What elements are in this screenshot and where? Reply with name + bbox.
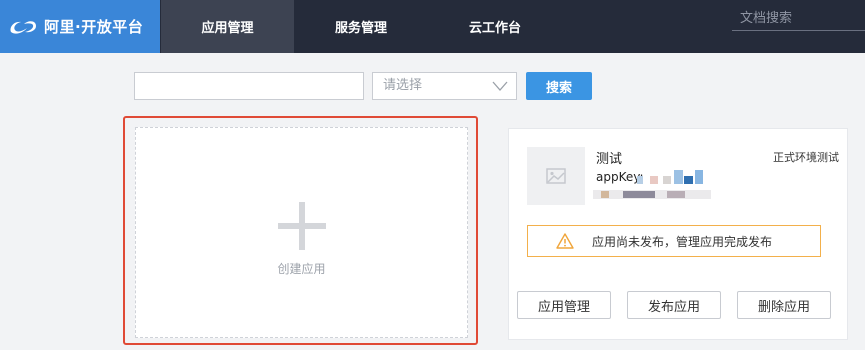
publish-app-button[interactable]: 发布应用 (627, 291, 721, 319)
chevron-down-icon (492, 81, 508, 91)
app-name: 测试 (596, 152, 623, 167)
top-nav: 阿里·开放平台 应用管理 服务管理 云工作台 文档搜索 (0, 0, 865, 53)
tab-service-management[interactable]: 服务管理 (294, 0, 428, 53)
create-app-card[interactable]: 创建应用 (135, 127, 468, 338)
create-app-highlight: 创建应用 (123, 116, 478, 345)
app-environment: 正式环境测试 (773, 151, 839, 164)
keyword-input[interactable] (134, 72, 364, 100)
manage-app-button[interactable]: 应用管理 (517, 291, 611, 319)
doc-search-input[interactable]: 文档搜索 (732, 9, 865, 31)
create-app-label: 创建应用 (277, 262, 326, 276)
select-placeholder: 请选择 (383, 78, 423, 93)
alibaba-logo-icon (10, 20, 36, 34)
brand-name: 阿里·开放平台 (44, 18, 144, 36)
warning-text: 应用尚未发布，管理应用完成发布 (592, 234, 773, 249)
brand-logo-area[interactable]: 阿里·开放平台 (0, 0, 160, 53)
tab-app-management[interactable]: 应用管理 (161, 0, 294, 53)
app-card: 测试 正式环境测试 appKey: 应用尚未发布，管理应用完成发布 应用管理 发… (508, 128, 848, 340)
filter-select[interactable]: 请选择 (372, 72, 517, 100)
app-thumbnail (527, 147, 585, 205)
warning-icon (556, 233, 574, 249)
unpublished-warning: 应用尚未发布，管理应用完成发布 (527, 225, 821, 257)
image-placeholder-icon (546, 168, 566, 184)
search-button[interactable]: 搜索 (526, 72, 592, 100)
plus-icon (277, 202, 326, 250)
delete-app-button[interactable]: 删除应用 (737, 291, 831, 319)
tab-cloud-workbench[interactable]: 云工作台 (428, 0, 562, 53)
